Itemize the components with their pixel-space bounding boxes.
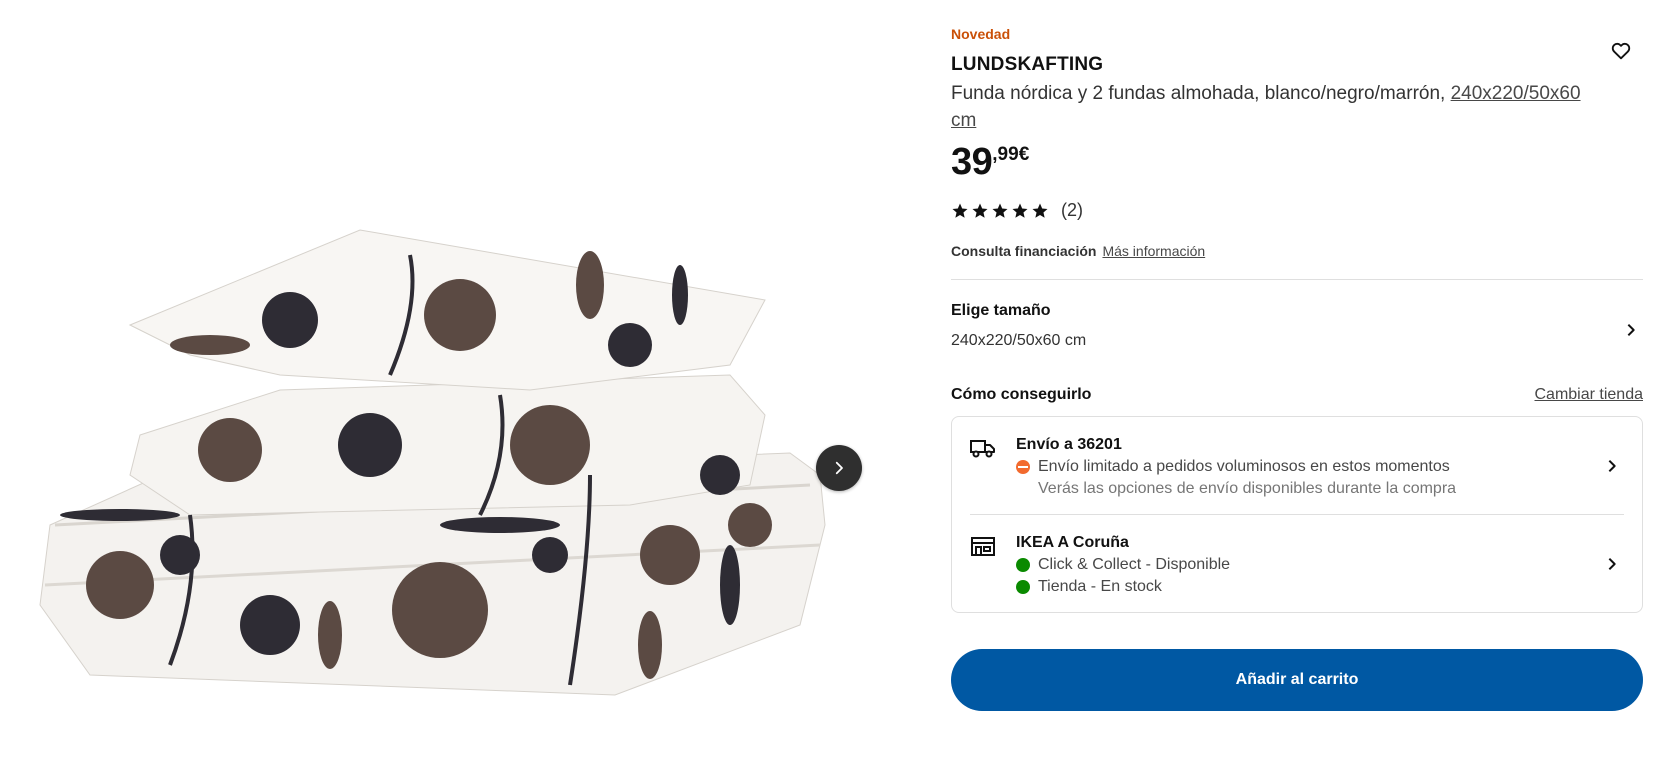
size-selector-title: Elige tamaño <box>951 302 1051 319</box>
wishlist-button[interactable] <box>1606 36 1636 66</box>
store-icon <box>971 537 995 556</box>
how-to-get-header: Cómo conseguirlo Cambiar tienda <box>951 386 1643 404</box>
how-to-get-title: Cómo conseguirlo <box>951 386 1092 403</box>
chevron-right-icon <box>1619 318 1643 342</box>
chevron-right-icon <box>1600 454 1624 478</box>
finance-more-info-link[interactable]: Más información <box>1102 243 1205 259</box>
price-decimal: ,99€ <box>992 144 1030 165</box>
delivery-status-text: Envío limitado a pedidos voluminosos en … <box>1038 458 1450 475</box>
chevron-right-icon <box>835 461 843 475</box>
product-name: LUNDSKAFTING <box>951 54 1104 75</box>
truck-icon <box>970 440 995 458</box>
delivery-option[interactable]: Envío a 36201 Envío limitado a pedidos v… <box>970 417 1624 514</box>
store-title: IKEA A Coruña <box>1016 534 1129 551</box>
duvet-cover-set-image <box>39 229 826 696</box>
delivery-title: Envío a 36201 <box>1016 436 1122 453</box>
price-integer: 39 <box>951 141 993 183</box>
change-store-link[interactable]: Cambiar tienda <box>1535 386 1644 404</box>
next-image-button[interactable] <box>816 445 862 491</box>
limited-status-icon <box>1016 460 1030 474</box>
product-description-text: Funda nórdica y 2 fundas almohada, blanc… <box>951 83 1451 104</box>
in-store-status: Tienda - En stock <box>1016 578 1624 596</box>
product-price: 39 ,99€ <box>951 140 1643 184</box>
store-option[interactable]: IKEA A Coruña Click & Collect - Disponib… <box>970 514 1624 612</box>
finance-label: Consulta financiación <box>951 243 1097 259</box>
product-description: Funda nórdica y 2 fundas almohada, blanc… <box>951 80 1601 134</box>
rating[interactable]: (2) <box>951 200 1643 221</box>
in-stock-status-icon <box>1016 580 1030 594</box>
in-store-text: Tienda - En stock <box>1038 578 1162 595</box>
rating-count: (2) <box>1061 200 1083 220</box>
add-to-cart-button[interactable]: Añadir al carrito <box>951 649 1643 711</box>
star-icon <box>1012 203 1028 218</box>
new-badge: Novedad <box>951 26 1011 42</box>
delivery-status: Envío limitado a pedidos voluminosos en … <box>1016 458 1624 476</box>
click-collect-status: Click & Collect - Disponible <box>1016 556 1624 574</box>
product-gallery <box>0 0 900 762</box>
product-info: Novedad LUNDSKAFTING Funda nórdica y 2 f… <box>951 26 1643 711</box>
fulfilment-options: Envío a 36201 Envío limitado a pedidos v… <box>951 416 1643 613</box>
delivery-note: Verás las opciones de envío disponibles … <box>1038 480 1457 497</box>
star-icon <box>992 203 1008 218</box>
divider <box>951 279 1643 280</box>
size-selector-value: 240x220/50x60 cm <box>951 332 1087 349</box>
click-collect-text: Click & Collect - Disponible <box>1038 556 1231 573</box>
chevron-right-icon <box>1600 552 1624 576</box>
available-status-icon <box>1016 558 1030 572</box>
star-icon <box>952 203 968 218</box>
star-icon <box>972 203 988 218</box>
finance-row: Consulta financiación Más información <box>951 243 1643 259</box>
heart-icon <box>1611 42 1631 60</box>
size-selector[interactable]: Elige tamaño 240x220/50x60 cm <box>951 302 1643 362</box>
star-icon <box>1032 203 1048 218</box>
